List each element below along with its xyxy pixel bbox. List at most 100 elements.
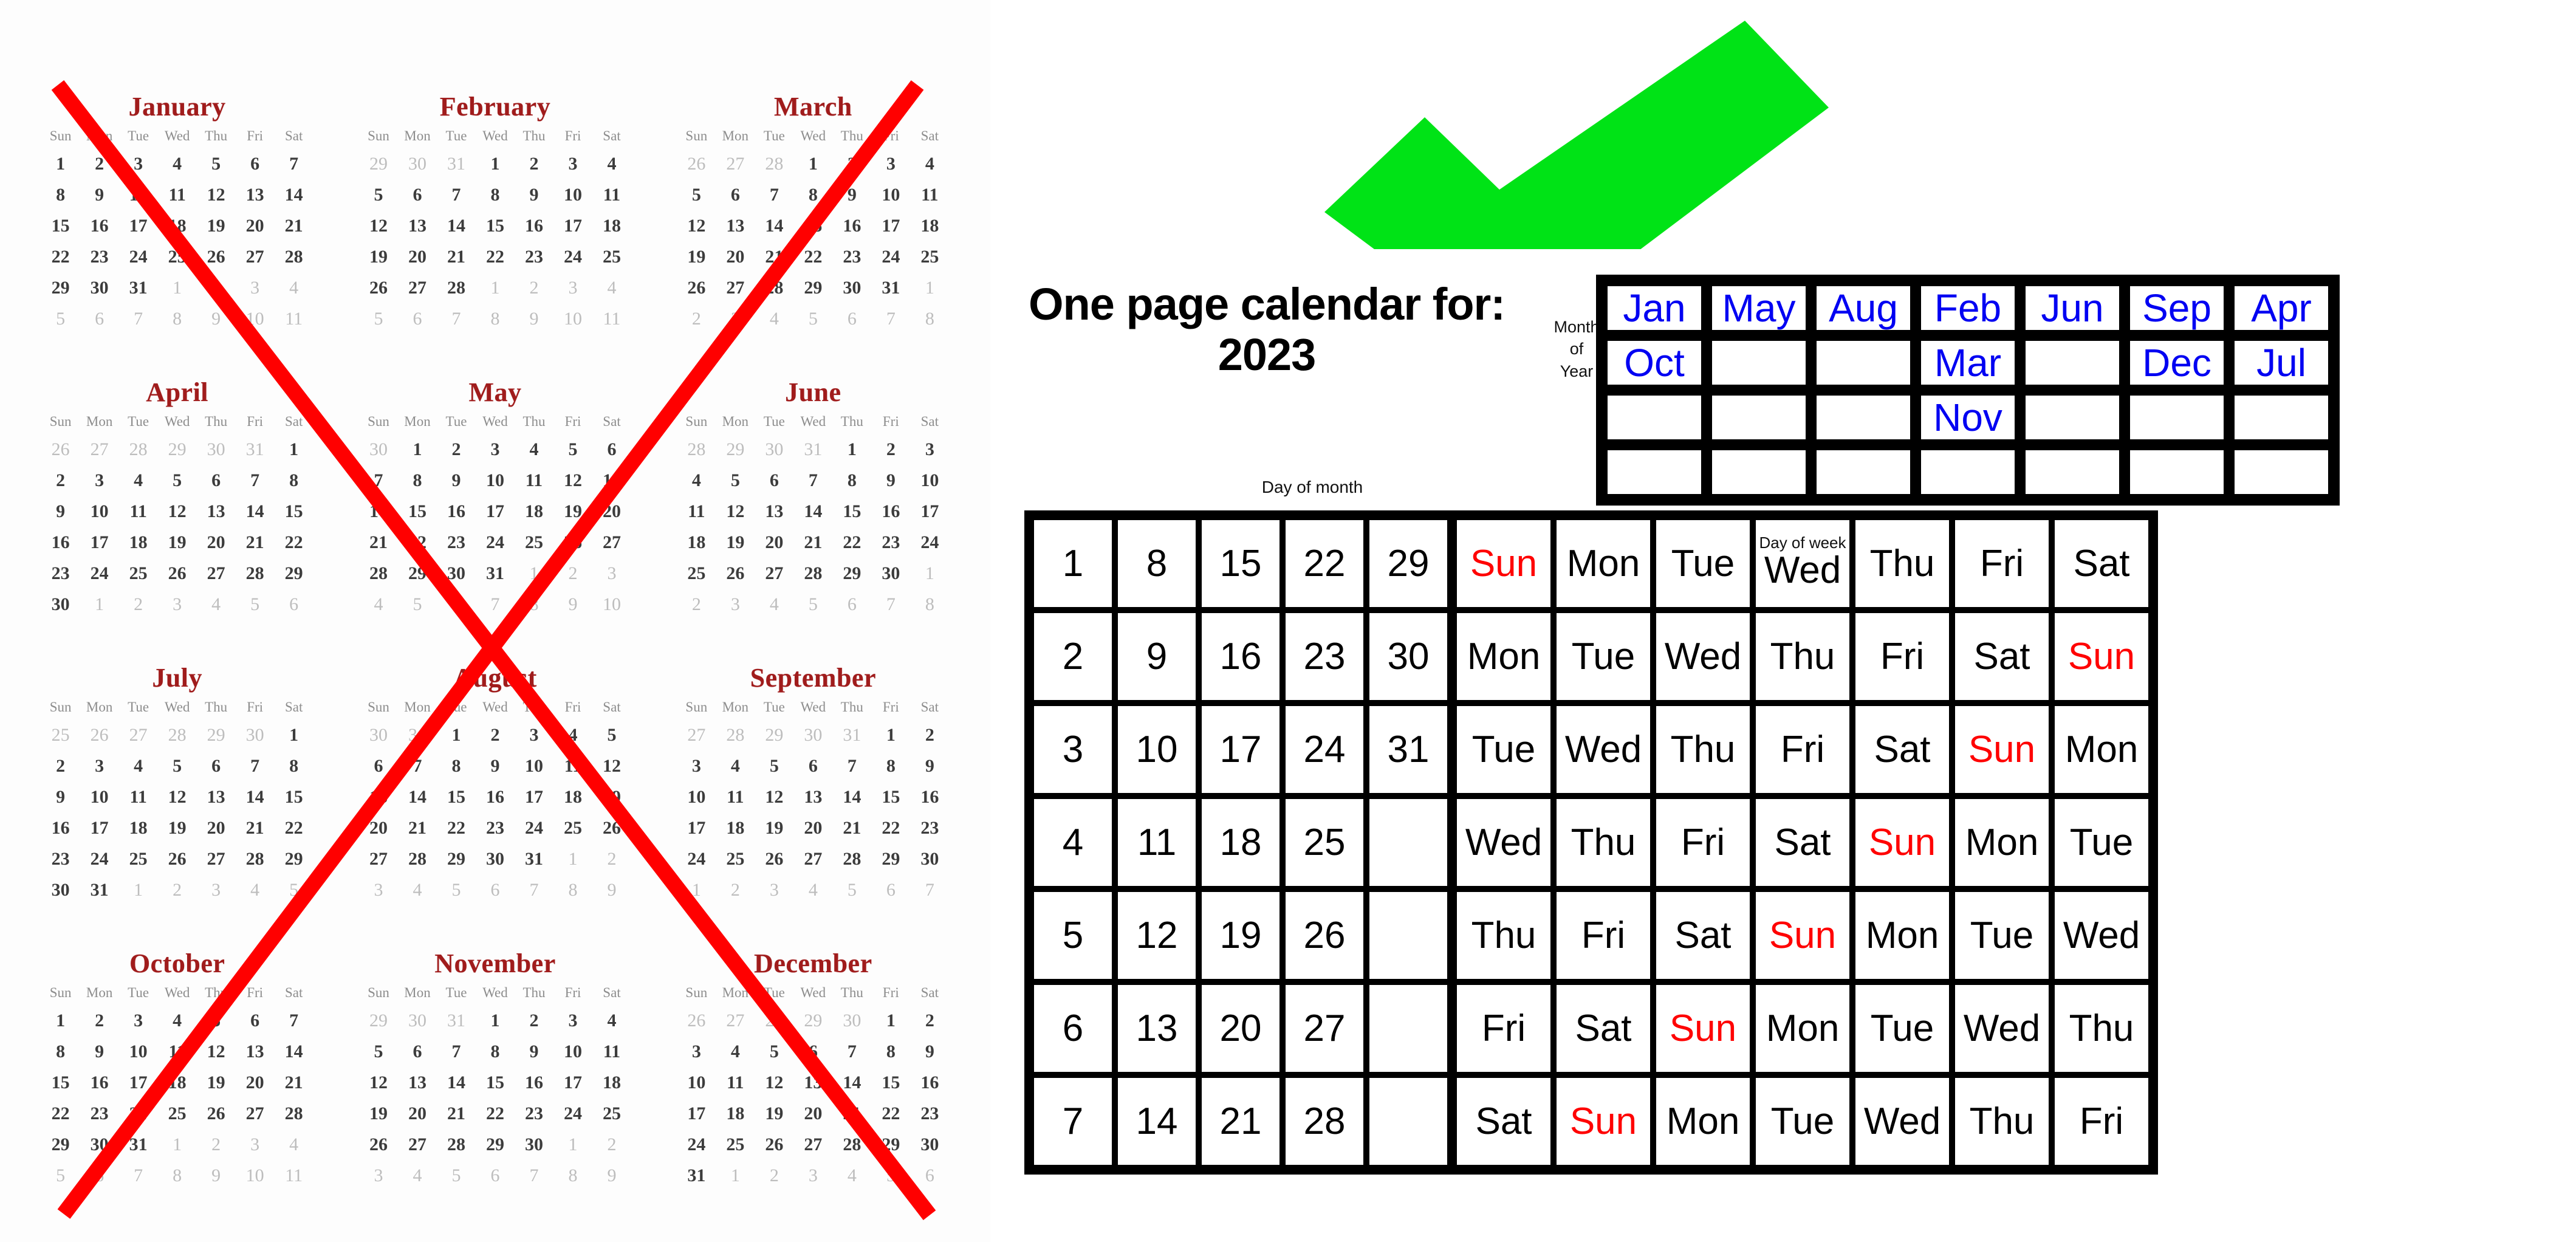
day-of-month-cell-9[interactable]: 9	[1115, 610, 1199, 703]
day-of-month-cell-22[interactable]: 22	[1283, 517, 1366, 610]
day-of-week-cell-mon[interactable]: Mon	[1952, 796, 2052, 889]
month-cell-jan[interactable]: Jan	[1602, 281, 1707, 335]
yearly-week-row: 14 15 16 17 18 19 20	[359, 496, 631, 527]
day-of-month-cell-31[interactable]: 31	[1366, 703, 1454, 796]
day-of-month-cell-5[interactable]: 5	[1031, 889, 1115, 982]
day-of-week-cell-thu[interactable]: Thu	[1553, 796, 1653, 889]
day-of-week-cell-wed[interactable]: Wed	[1653, 610, 1753, 703]
day-of-month-cell-23[interactable]: 23	[1283, 610, 1366, 703]
month-cell-sep[interactable]: Sep	[2125, 281, 2229, 335]
day-of-month-cell-14[interactable]: 14	[1115, 1075, 1199, 1168]
day-of-week-cell-wed[interactable]: Wed	[1952, 982, 2052, 1075]
yearly-day-cell: 27	[726, 1010, 745, 1031]
day-of-week-cell-sun[interactable]: Sun	[1952, 703, 2052, 796]
day-of-month-cell-26[interactable]: 26	[1283, 889, 1366, 982]
day-of-month-cell-1[interactable]: 1	[1031, 517, 1115, 610]
month-cell-aug[interactable]: Aug	[1811, 281, 1916, 335]
day-of-week-cell-mon[interactable]: Mon	[1852, 889, 1952, 982]
day-of-week-cell-sat[interactable]: Sat	[1454, 1075, 1553, 1168]
day-of-month-cell-17[interactable]: 17	[1199, 703, 1283, 796]
weekday-header: Tue	[763, 699, 785, 715]
month-cell-mar[interactable]: Mar	[1916, 335, 2020, 390]
day-of-week-cell-fri[interactable]: Fri	[1653, 796, 1753, 889]
day-of-week-cell-sun[interactable]: Sun	[1653, 982, 1753, 1075]
day-of-week-cell-thu[interactable]: Thu	[1454, 889, 1553, 982]
day-of-week-cell-tue[interactable]: Tue	[1852, 982, 1952, 1075]
day-of-week-cell-thu[interactable]: Thu	[1952, 1075, 2052, 1168]
month-cell-nov[interactable]: Nov	[1916, 390, 2020, 445]
day-of-month-cell-30[interactable]: 30	[1366, 610, 1454, 703]
day-of-week-cell-fri[interactable]: Fri	[2052, 1075, 2151, 1168]
weekday-header: Thu	[205, 699, 228, 715]
day-of-week-cell-wed[interactable]: Wed	[1553, 703, 1653, 796]
month-table-row: Nov	[1602, 390, 2334, 445]
day-of-week-cell-fri[interactable]: Fri	[1852, 610, 1952, 703]
day-of-week-cell-fri[interactable]: Fri	[1952, 517, 2052, 610]
day-of-week-cell-sat[interactable]: Sat	[1952, 610, 2052, 703]
day-of-week-cell-sat[interactable]: Sat	[1653, 889, 1753, 982]
month-cell-apr[interactable]: Apr	[2229, 281, 2334, 335]
day-of-week-cell-tue[interactable]: Tue	[1753, 1075, 1852, 1168]
day-of-month-cell-16[interactable]: 16	[1199, 610, 1283, 703]
day-of-week-cell-tue[interactable]: Tue	[1454, 703, 1553, 796]
day-of-week-cell-tue[interactable]: Tue	[1952, 889, 2052, 982]
month-cell-feb[interactable]: Feb	[1916, 281, 2020, 335]
day-of-month-cell-8[interactable]: 8	[1115, 517, 1199, 610]
day-of-month-cell-6[interactable]: 6	[1031, 982, 1115, 1075]
day-of-month-cell-3[interactable]: 3	[1031, 703, 1115, 796]
day-of-week-cell-sat[interactable]: Sat	[1852, 703, 1952, 796]
day-of-month-cell-28[interactable]: 28	[1283, 1075, 1366, 1168]
day-of-week-cell-tue[interactable]: Tue	[1553, 610, 1653, 703]
day-of-week-cell-sat[interactable]: Sat	[2052, 517, 2151, 610]
day-of-month-cell-24[interactable]: 24	[1283, 703, 1366, 796]
day-of-month-cell-7[interactable]: 7	[1031, 1075, 1115, 1168]
day-of-week-cell-thu[interactable]: Thu	[1852, 517, 1952, 610]
day-of-week-cell-fri[interactable]: Fri	[1753, 703, 1852, 796]
yearly-day-cell: 19	[369, 1103, 388, 1124]
day-of-week-cell-mon[interactable]: Mon	[1753, 982, 1852, 1075]
day-of-week-cell-wed[interactable]: Wed	[1454, 796, 1553, 889]
day-of-week-cell-sun[interactable]: Sun	[1454, 517, 1553, 610]
day-grid-row: 5 12 19 26 Thu Fri Sat Sun Mon Tue Wed	[1031, 889, 2151, 982]
day-of-month-cell-25[interactable]: 25	[1283, 796, 1366, 889]
day-of-week-cell-mon[interactable]: Mon	[2052, 703, 2151, 796]
day-of-week-cell-sat[interactable]: Sat	[1753, 796, 1852, 889]
day-of-month-cell-2[interactable]: 2	[1031, 610, 1115, 703]
day-of-month-cell-11[interactable]: 11	[1115, 796, 1199, 889]
day-of-week-cell-mon[interactable]: Mon	[1653, 1075, 1753, 1168]
day-of-week-cell-sun[interactable]: Sun	[1753, 889, 1852, 982]
day-of-week-cell-tue[interactable]: Tue	[2052, 796, 2151, 889]
month-cell-jun[interactable]: Jun	[2020, 281, 2125, 335]
yearly-day-cell: 8	[413, 470, 422, 490]
day-of-week-cell-thu[interactable]: Thu	[1653, 703, 1753, 796]
day-of-week-cell-sun[interactable]: Sun	[2052, 610, 2151, 703]
day-of-week-cell-thu[interactable]: Thu	[2052, 982, 2151, 1075]
day-of-month-cell-15[interactable]: 15	[1199, 517, 1283, 610]
month-cell-jul[interactable]: Jul	[2229, 335, 2334, 390]
month-cell-oct[interactable]: Oct	[1602, 335, 1707, 390]
day-of-week-cell-tue[interactable]: Tue	[1653, 517, 1753, 610]
day-of-month-cell-19[interactable]: 19	[1199, 889, 1283, 982]
day-of-week-cell-sat[interactable]: Sat	[1553, 982, 1653, 1075]
day-of-week-cell-wed[interactable]: Wed	[2052, 889, 2151, 982]
day-of-week-cell-wed[interactable]: Day of week Wed	[1753, 517, 1852, 610]
day-of-week-cell-wed[interactable]: Wed	[1852, 1075, 1952, 1168]
month-cell-dec[interactable]: Dec	[2125, 335, 2229, 390]
day-of-week-cell-mon[interactable]: Mon	[1454, 610, 1553, 703]
day-of-week-cell-thu[interactable]: Thu	[1753, 610, 1852, 703]
day-of-month-cell-18[interactable]: 18	[1199, 796, 1283, 889]
day-of-week-cell-mon[interactable]: Mon	[1553, 517, 1653, 610]
day-of-month-cell-13[interactable]: 13	[1115, 982, 1199, 1075]
day-of-month-cell-10[interactable]: 10	[1115, 703, 1199, 796]
day-of-week-cell-fri[interactable]: Fri	[1454, 982, 1553, 1075]
day-of-month-cell-12[interactable]: 12	[1115, 889, 1199, 982]
day-of-month-cell-27[interactable]: 27	[1283, 982, 1366, 1075]
day-of-week-cell-sun[interactable]: Sun	[1553, 1075, 1653, 1168]
day-of-week-cell-sun[interactable]: Sun	[1852, 796, 1952, 889]
day-of-month-cell-4[interactable]: 4	[1031, 796, 1115, 889]
day-of-week-cell-fri[interactable]: Fri	[1553, 889, 1653, 982]
month-cell-may[interactable]: May	[1707, 281, 1811, 335]
day-of-month-cell-20[interactable]: 20	[1199, 982, 1283, 1075]
day-of-month-cell-21[interactable]: 21	[1199, 1075, 1283, 1168]
day-of-month-cell-29[interactable]: 29	[1366, 517, 1454, 610]
